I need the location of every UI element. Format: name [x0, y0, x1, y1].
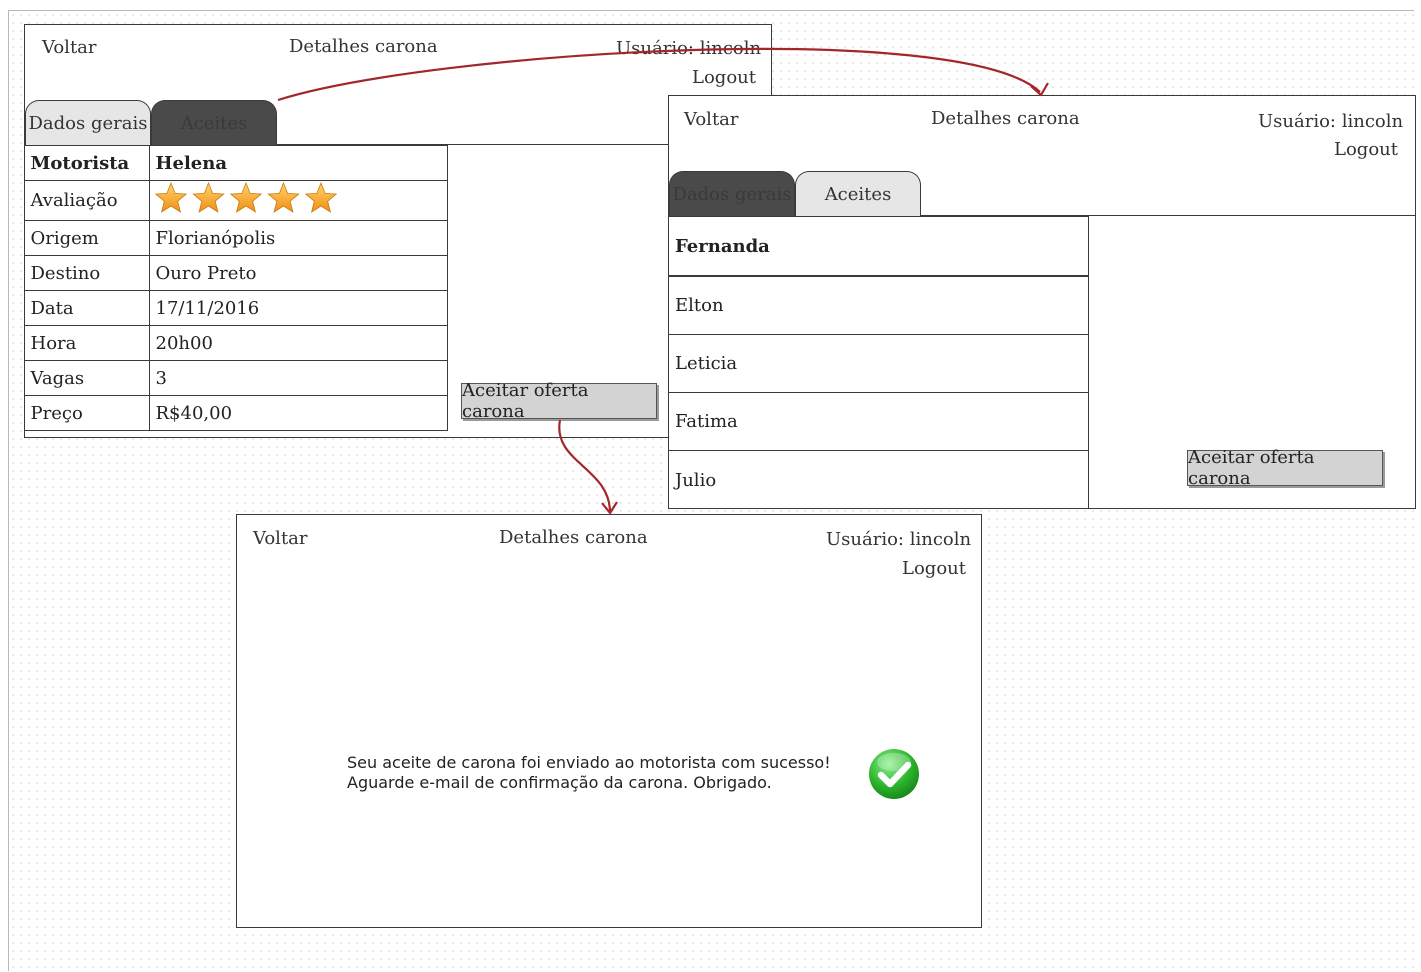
success-message: Seu aceite de carona foi enviado ao moto…: [347, 753, 831, 793]
rating-stars: [154, 181, 337, 213]
table-row: Motorista Helena: [23, 145, 448, 181]
logout-link[interactable]: Logout: [692, 67, 756, 88]
page-title: Detalhes carona: [289, 36, 438, 57]
table-row: Destino Ouro Preto: [23, 255, 448, 291]
list-item[interactable]: Leticia: [669, 335, 1089, 393]
row-value: 3: [148, 360, 448, 396]
table-row: Vagas 3: [23, 360, 448, 396]
table-row: Origem Florianópolis: [23, 220, 448, 256]
table-row: Data 17/11/2016: [23, 290, 448, 326]
tab-aceites[interactable]: Aceites: [795, 171, 921, 217]
row-value: 20h00: [148, 325, 448, 361]
row-value: Florianópolis: [148, 220, 448, 256]
table-row: Avaliação: [23, 180, 448, 221]
row-value: R$40,00: [148, 395, 448, 431]
success-message-line: Aguarde e-mail de confirmação da carona.…: [347, 773, 772, 792]
accepts-list: Fernanda Elton Leticia Fatima Julio: [669, 216, 1089, 509]
check-icon: [869, 749, 919, 799]
row-label: Origem: [23, 220, 150, 256]
list-item[interactable]: Fernanda: [669, 217, 1089, 277]
row-value: Helena: [148, 145, 448, 181]
row-label: Destino: [23, 255, 150, 291]
screen-success: Voltar Detalhes carona Usuário: lincoln …: [236, 514, 982, 928]
user-label: Usuário: lincoln: [1258, 111, 1404, 132]
star-icon: [229, 181, 262, 213]
list-item-label: Leticia: [675, 353, 738, 374]
table-row: Preço R$40,00: [23, 395, 448, 431]
row-label: Vagas: [23, 360, 150, 396]
logout-link[interactable]: Logout: [902, 558, 966, 579]
table-row: Hora 20h00: [23, 325, 448, 361]
row-label: Avaliação: [23, 180, 150, 221]
back-link[interactable]: Voltar: [684, 109, 739, 130]
accept-offer-button[interactable]: Aceitar oferta carona: [1187, 447, 1383, 489]
screen-details: Voltar Detalhes carona Usuário: lincoln …: [23, 24, 772, 438]
star-icon: [154, 181, 187, 213]
page-title: Detalhes carona: [499, 527, 648, 548]
button-label: Aceitar oferta carona: [1188, 447, 1315, 489]
tab-label: Dados gerais: [672, 184, 792, 205]
row-label: Preço: [23, 395, 150, 431]
list-item-label: Julio: [675, 469, 717, 491]
list-item[interactable]: Elton: [669, 277, 1089, 335]
row-label: Data: [23, 290, 150, 326]
row-label: Hora: [23, 325, 150, 361]
row-label: Motorista: [23, 145, 150, 181]
back-link[interactable]: Voltar: [253, 528, 308, 549]
tab-label: Dados gerais: [28, 113, 148, 134]
back-link[interactable]: Voltar: [42, 37, 97, 58]
list-item-label: Elton: [675, 295, 724, 316]
logout-link[interactable]: Logout: [1334, 139, 1398, 160]
star-icon: [266, 181, 300, 213]
accept-offer-button[interactable]: Aceitar oferta carona: [461, 380, 657, 422]
star-icon: [191, 181, 225, 213]
row-value: 17/11/2016: [148, 290, 448, 326]
button-label: Aceitar oferta carona: [462, 380, 589, 422]
tab-dados-gerais[interactable]: Dados gerais: [25, 100, 151, 146]
tab-dados-gerais[interactable]: Dados gerais: [669, 171, 795, 217]
rating-cell: [148, 180, 448, 221]
user-label: Usuário: lincoln: [616, 38, 762, 59]
user-label: Usuário: lincoln: [826, 529, 972, 550]
row-value: Ouro Preto: [148, 255, 448, 291]
list-item[interactable]: Fatima: [669, 393, 1089, 451]
tab-label: Aceites: [180, 113, 248, 134]
page-title: Detalhes carona: [931, 108, 1080, 129]
details-table: Motorista Helena Avaliação Origem Floria…: [23, 145, 448, 431]
tab-label: Aceites: [824, 184, 892, 205]
success-message-line: Seu aceite de carona foi enviado ao moto…: [347, 753, 831, 772]
list-item-label: Fatima: [675, 411, 738, 432]
screen-accepts: Voltar Detalhes carona Usuário: lincoln …: [668, 95, 1416, 509]
star-icon: [304, 181, 337, 213]
list-item[interactable]: Julio: [669, 451, 1089, 509]
list-item-label: Fernanda: [675, 235, 770, 257]
tab-aceites[interactable]: Aceites: [151, 100, 277, 146]
